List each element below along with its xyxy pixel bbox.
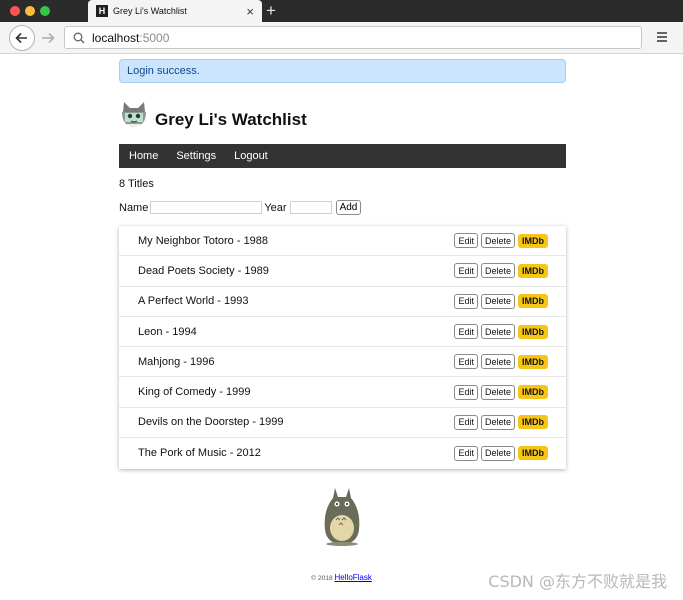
minimize-window-button[interactable]	[25, 6, 35, 16]
main-nav: Home Settings Logout	[119, 144, 566, 168]
movie-row: Leon - 1994 Edit Delete IMDb	[119, 317, 566, 348]
imdb-link[interactable]: IMDb	[518, 294, 548, 309]
imdb-link[interactable]: IMDb	[518, 354, 548, 369]
movie-row: King of Comedy - 1999 Edit Delete IMDb	[119, 377, 566, 408]
back-button[interactable]	[9, 25, 35, 51]
movie-title: Leon - 1994	[138, 325, 197, 338]
forward-arrow-icon[interactable]	[40, 30, 56, 46]
row-actions: Edit Delete IMDb	[451, 445, 548, 461]
helloflask-link[interactable]: HelloFlask	[335, 573, 372, 582]
imdb-link[interactable]: IMDb	[518, 415, 548, 430]
delete-button[interactable]: Delete	[480, 414, 515, 430]
delete-button[interactable]: Delete	[480, 324, 515, 340]
name-input[interactable]	[150, 201, 263, 214]
delete-button[interactable]: Delete	[480, 233, 515, 249]
edit-button[interactable]: Edit	[454, 263, 478, 279]
movie-title: Devils on the Doorstep - 1999	[138, 416, 284, 429]
new-tab-icon[interactable]: +	[266, 1, 276, 21]
browser-titlebar: H Grey Li's Watchlist × +	[0, 0, 683, 22]
totoro-icon	[324, 488, 360, 546]
year-input[interactable]	[289, 201, 332, 214]
name-label: Name	[119, 201, 149, 214]
nav-logout-link[interactable]: Logout	[234, 150, 268, 162]
movie-title: Mahjong - 1996	[138, 355, 215, 368]
delete-button[interactable]: Delete	[480, 445, 515, 461]
row-actions: Edit Delete IMDb	[451, 293, 548, 309]
imdb-link[interactable]: IMDb	[518, 263, 548, 278]
movie-title: My Neighbor Totoro - 1988	[138, 234, 269, 247]
row-actions: Edit Delete IMDb	[451, 233, 548, 249]
movie-row: Dead Poets Society - 1989 Edit Delete IM…	[119, 256, 566, 287]
watermark-text: CSDN @东方不败就是我	[488, 572, 667, 591]
movie-row: Mahjong - 1996 Edit Delete IMDb	[119, 347, 566, 378]
delete-button[interactable]: Delete	[480, 293, 515, 309]
tab-title: Grey Li's Watchlist	[113, 6, 187, 16]
avatar-icon	[122, 102, 146, 127]
search-icon	[73, 32, 85, 43]
imdb-link[interactable]: IMDb	[518, 324, 548, 339]
add-button[interactable]: Add	[335, 200, 362, 215]
movie-row: The Pork of Music - 2012 Edit Delete IMD…	[119, 438, 566, 468]
row-actions: Edit Delete IMDb	[451, 263, 548, 279]
movie-title: Dead Poets Society - 1989	[138, 264, 269, 277]
maximize-window-button[interactable]	[40, 6, 50, 16]
url-host: localhost	[92, 30, 140, 45]
movie-row: Devils on the Doorstep - 1999 Edit Delet…	[119, 408, 566, 439]
back-arrow-icon	[15, 32, 27, 44]
copyright-text: © 2018	[311, 575, 335, 582]
row-actions: Edit Delete IMDb	[451, 384, 548, 400]
year-label: Year	[264, 201, 287, 214]
url-port: :5000	[139, 30, 170, 45]
movie-list: My Neighbor Totoro - 1988 Edit Delete IM…	[119, 226, 566, 469]
address-bar[interactable]: localhost :5000	[64, 26, 642, 49]
edit-button[interactable]: Edit	[454, 293, 478, 309]
favicon-icon: H	[96, 5, 108, 17]
close-window-button[interactable]	[10, 6, 20, 16]
row-actions: Edit Delete IMDb	[451, 414, 548, 430]
add-movie-form: Name Year Add	[119, 200, 362, 215]
flash-message: Login success.	[119, 59, 566, 83]
imdb-link[interactable]: IMDb	[518, 233, 548, 248]
movie-title: King of Comedy - 1999	[138, 386, 251, 399]
imdb-link[interactable]: IMDb	[518, 446, 548, 461]
close-tab-icon[interactable]: ×	[246, 5, 254, 18]
movie-row: My Neighbor Totoro - 1988 Edit Delete IM…	[119, 226, 566, 257]
imdb-link[interactable]: IMDb	[518, 385, 548, 400]
nav-settings-link[interactable]: Settings	[176, 150, 216, 162]
movie-row: A Perfect World - 1993 Edit Delete IMDb	[119, 287, 566, 317]
delete-button[interactable]: Delete	[480, 263, 515, 279]
page-title: Grey Li's Watchlist	[155, 110, 307, 129]
edit-button[interactable]: Edit	[454, 414, 478, 430]
movie-title: A Perfect World - 1993	[138, 295, 249, 308]
edit-button[interactable]: Edit	[454, 384, 478, 400]
edit-button[interactable]: Edit	[454, 354, 478, 370]
delete-button[interactable]: Delete	[480, 354, 515, 370]
movie-title: The Pork of Music - 2012	[138, 447, 261, 460]
browser-tab[interactable]: H Grey Li's Watchlist ×	[88, 0, 262, 22]
row-actions: Edit Delete IMDb	[451, 354, 548, 370]
nav-home-link[interactable]: Home	[129, 150, 158, 162]
edit-button[interactable]: Edit	[454, 233, 478, 249]
page-header: Grey Li's Watchlist	[119, 98, 307, 132]
movie-count: 8 Titles	[119, 178, 154, 190]
edit-button[interactable]: Edit	[454, 324, 478, 340]
browser-toolbar: localhost :5000	[0, 22, 683, 54]
row-actions: Edit Delete IMDb	[451, 324, 548, 340]
delete-button[interactable]: Delete	[480, 384, 515, 400]
hamburger-menu-icon[interactable]	[655, 30, 669, 44]
edit-button[interactable]: Edit	[454, 445, 478, 461]
